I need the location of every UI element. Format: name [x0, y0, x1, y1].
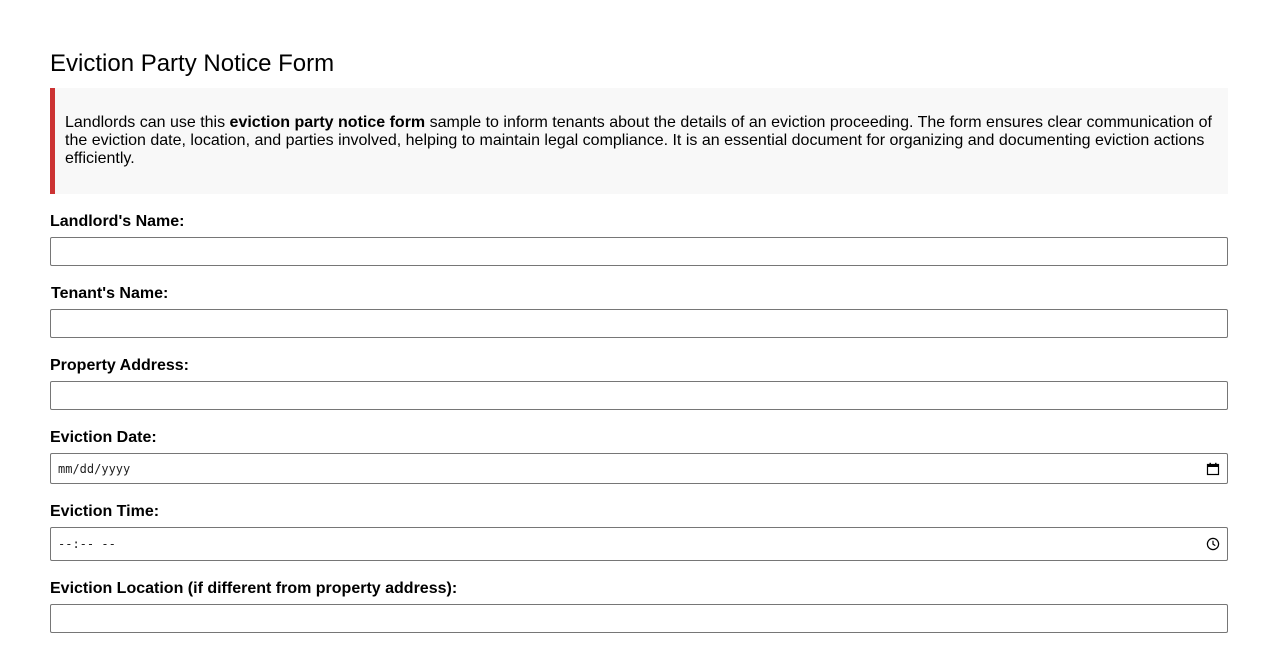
landlord-name-input[interactable]	[50, 237, 1228, 266]
eviction-location-label: Eviction Location (if different from pro…	[50, 580, 458, 597]
property-address-label: Property Address:	[50, 357, 189, 374]
eviction-time-input[interactable]: --:-- --	[50, 527, 1228, 561]
eviction-location-input[interactable]	[50, 604, 1228, 633]
eviction-date-placeholder: mm/dd/yyyy	[58, 461, 131, 476]
description-text-prefix: Landlords can use this	[65, 114, 230, 131]
form-description: Landlords can use this eviction party no…	[50, 88, 1228, 194]
clock-icon[interactable]	[1206, 537, 1220, 551]
eviction-date-label: Eviction Date:	[50, 429, 157, 446]
landlord-name-label: Landlord's Name:	[50, 213, 185, 230]
tenant-name-input[interactable]	[50, 309, 1228, 338]
tenant-name-label: Tenant's Name:	[51, 285, 169, 302]
calendar-icon[interactable]	[1206, 462, 1220, 476]
eviction-time-label: Eviction Time:	[50, 503, 160, 520]
page-title: Eviction Party Notice Form	[50, 50, 335, 77]
property-address-input[interactable]	[50, 381, 1228, 410]
description-bold-text: eviction party notice form	[229, 114, 426, 131]
eviction-date-input[interactable]: mm/dd/yyyy	[50, 453, 1228, 484]
eviction-time-placeholder: --:-- --	[58, 537, 116, 551]
